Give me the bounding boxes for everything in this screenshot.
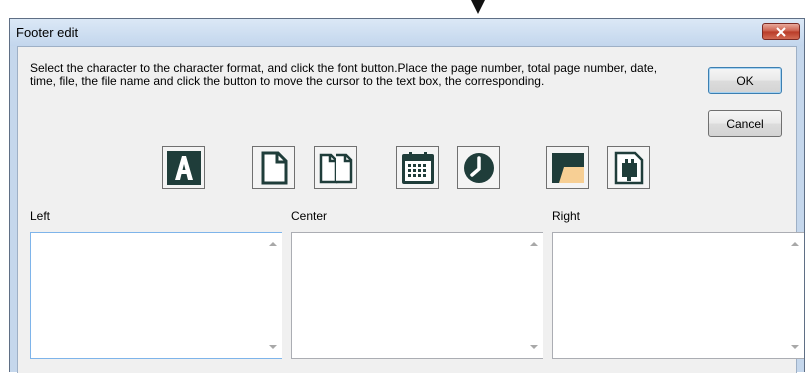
cancel-button[interactable]: Cancel (708, 110, 782, 137)
pointer-arrow-icon (471, 0, 485, 14)
scroll-down-icon[interactable] (791, 345, 799, 349)
right-textbox[interactable] (552, 232, 804, 359)
center-textbox[interactable] (291, 232, 543, 359)
font-button[interactable] (162, 146, 205, 189)
page-number-button[interactable] (252, 146, 295, 189)
scroll-up-icon[interactable] (269, 242, 277, 246)
font-icon (166, 150, 201, 185)
scroll-up-icon[interactable] (791, 242, 799, 246)
total-pages-button[interactable] (314, 146, 357, 189)
page-number-icon (261, 151, 287, 184)
total-pages-icon (319, 153, 352, 183)
date-icon (401, 151, 434, 184)
instructions-text: Select the character to the character fo… (30, 61, 658, 88)
scroll-down-icon[interactable] (269, 345, 277, 349)
close-icon (776, 26, 786, 37)
time-button[interactable] (457, 146, 500, 189)
file-path-button[interactable] (546, 146, 589, 189)
left-textbox[interactable] (30, 232, 282, 359)
dialog-title: Footer edit (16, 25, 79, 40)
date-button[interactable] (396, 146, 439, 189)
scroll-down-icon[interactable] (530, 345, 538, 349)
dialog-content: Select the character to the character fo… (17, 46, 804, 373)
left-label: Left (30, 209, 51, 223)
file-name-icon (614, 151, 643, 184)
left-scrollbar[interactable] (265, 233, 282, 358)
close-button[interactable] (762, 23, 800, 40)
center-scrollbar[interactable] (526, 233, 543, 358)
scroll-up-icon[interactable] (530, 242, 538, 246)
footer-edit-dialog: Footer edit Select the character to the … (9, 18, 805, 373)
center-label: Center (291, 209, 328, 223)
time-icon (463, 152, 494, 183)
ok-button[interactable]: OK (708, 67, 782, 94)
file-path-icon (551, 152, 584, 183)
file-name-button[interactable] (607, 146, 650, 189)
right-label: Right (552, 209, 581, 223)
title-bar[interactable]: Footer edit (10, 19, 804, 46)
right-scrollbar[interactable] (787, 233, 804, 358)
